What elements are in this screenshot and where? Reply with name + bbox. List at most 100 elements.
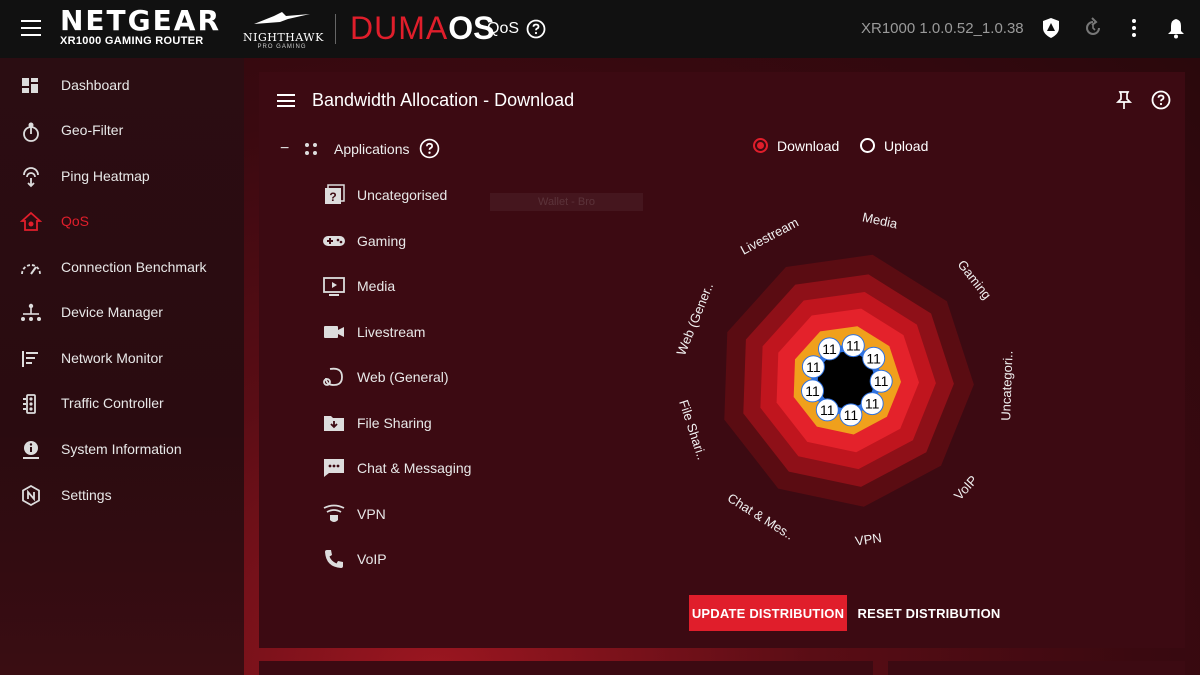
panel-menu-icon[interactable]: [277, 94, 295, 107]
radar-category-label: Media: [861, 209, 900, 231]
value-marker-label: 11: [865, 396, 880, 412]
panel-title: Bandwidth Allocation - Download: [312, 90, 575, 110]
sidebar-item-label: Device Manager: [61, 304, 163, 320]
settings-icon: [22, 485, 40, 507]
sidebar-item-label: Ping Heatmap: [61, 168, 150, 184]
page-label: QoS: [487, 20, 520, 37]
value-marker-label: 11: [844, 407, 859, 423]
category-label: Media: [357, 278, 396, 294]
sidebar-item-label: Settings: [61, 487, 112, 503]
sidebar-item-geo-filter[interactable]: Geo-Filter: [0, 111, 244, 151]
category-label: VoIP: [357, 551, 387, 567]
sidebar-item-network-monitor[interactable]: Network Monitor: [0, 339, 244, 379]
nighthawk-bird-icon: [254, 12, 310, 24]
help-icon[interactable]: [526, 19, 546, 39]
qos-icon: [20, 211, 42, 231]
geo-filter-icon: [23, 122, 39, 142]
value-marker[interactable]: 11: [839, 403, 863, 427]
refresh-icon[interactable]: [1083, 17, 1103, 39]
category-label: Livestream: [357, 324, 426, 340]
menu-icon[interactable]: [21, 20, 41, 36]
radar-category-label: Gaming: [955, 257, 995, 302]
category-label: Uncategorised: [357, 187, 448, 203]
pin-icon[interactable]: [1114, 90, 1134, 110]
file-sharing-icon: [324, 416, 344, 431]
reset-distribution-button[interactable]: RESET DISTRIBUTION: [854, 595, 1004, 631]
sidebar-item-label: Traffic Controller: [61, 395, 164, 411]
brand-name: NETGEAR: [60, 4, 221, 37]
applications-label: Applications: [334, 141, 410, 157]
info-icon: [23, 441, 39, 459]
value-marker-label: 11: [820, 402, 835, 418]
sidebar-item-label: QoS: [61, 213, 90, 229]
chat-icon: [324, 459, 344, 477]
category-label: File Sharing: [357, 415, 432, 431]
duma-text: DUMA: [350, 10, 449, 46]
collapse-toggle[interactable]: −: [280, 140, 289, 158]
value-marker[interactable]: 11: [818, 337, 841, 361]
radio-label: Download: [777, 138, 840, 154]
model-subtitle: XR1000 GAMING ROUTER: [60, 35, 204, 47]
sidebar-item-label: Dashboard: [61, 77, 130, 93]
radio-label: Upload: [884, 138, 929, 154]
media-icon: [323, 277, 345, 296]
sidebar-item-dashboard[interactable]: Dashboard: [0, 66, 244, 106]
sidebar-item-qos[interactable]: QoS: [0, 202, 244, 242]
value-marker[interactable]: 11: [860, 392, 884, 416]
radar-category-label: Web (Gener..: [673, 280, 716, 357]
network-monitor-icon: [22, 351, 38, 367]
bandwidth-radar-chart[interactable]: 111111111111111111MediaGamingUncategori.…: [620, 180, 1100, 590]
vpn-icon: [323, 504, 345, 522]
value-marker[interactable]: 11: [801, 355, 825, 379]
bell-icon[interactable]: [1166, 17, 1186, 39]
shield-icon[interactable]: [1041, 17, 1061, 39]
radio-indicator: [860, 138, 875, 153]
value-marker[interactable]: 11: [801, 379, 824, 403]
value-marker-label: 11: [846, 338, 861, 354]
category-label: Chat & Messaging: [357, 460, 472, 476]
value-marker-label: 11: [822, 341, 837, 357]
logo-divider: [335, 14, 336, 44]
applications-help-icon[interactable]: [419, 138, 440, 159]
phone-icon: [325, 550, 343, 568]
sidebar-item-label: Geo-Filter: [61, 122, 124, 138]
firmware-version: XR1000 1.0.0.52_1.0.38: [861, 20, 1024, 37]
radar-category-label: VoIP: [951, 472, 981, 502]
sidebar-item-label: Network Monitor: [61, 350, 163, 366]
category-label: Gaming: [357, 233, 407, 249]
more-vert-icon[interactable]: [1128, 17, 1140, 39]
bottom-panel-left: [259, 661, 873, 675]
bottom-panel-right: [888, 661, 1185, 675]
radar-category-label: Uncategori..: [998, 350, 1015, 421]
ping-heatmap-icon: [23, 167, 39, 188]
value-marker[interactable]: 11: [815, 398, 839, 422]
device-tree-icon: [21, 303, 41, 321]
radio-indicator: [753, 138, 768, 153]
value-marker[interactable]: 11: [841, 334, 865, 358]
radar-category-label: Livestream: [738, 215, 801, 258]
nighthawk-sub: PRO GAMING: [257, 44, 307, 50]
uncategorised-icon: ?: [325, 184, 345, 204]
panel-help-icon[interactable]: [1151, 90, 1171, 110]
dumaos-logo: DUMAOS: [350, 11, 494, 45]
update-distribution-button[interactable]: UPDATE DISTRIBUTION: [689, 595, 847, 631]
svg-text:?: ?: [329, 190, 336, 204]
netgear-logo[interactable]: NETGEAR XR1000 GAMING ROUTER: [60, 4, 221, 48]
sidebar-item-settings[interactable]: Settings: [0, 476, 244, 516]
sidebar-item-device-manager[interactable]: Device Manager: [0, 293, 244, 333]
sidebar-item-label: Connection Benchmark: [61, 259, 207, 275]
sidebar-item-ping-heatmap[interactable]: Ping Heatmap: [0, 157, 244, 197]
top-bar: NETGEAR XR1000 GAMING ROUTER NIGHTHAWK P…: [0, 0, 1200, 58]
dashboard-icon: [22, 78, 38, 93]
web-icon: [323, 367, 343, 386]
value-marker-label: 11: [866, 350, 881, 366]
value-marker[interactable]: 11: [869, 369, 893, 393]
sidebar-item-traffic-controller[interactable]: Traffic Controller: [0, 384, 244, 424]
value-marker[interactable]: 11: [862, 346, 886, 370]
value-marker-label: 11: [805, 383, 820, 399]
sidebar-item-system-information[interactable]: System Information: [0, 430, 244, 470]
sidebar-item-label: System Information: [61, 441, 182, 457]
sidebar-item-connection-benchmark[interactable]: Connection Benchmark: [0, 248, 244, 288]
value-marker-label: 11: [806, 359, 821, 375]
radar-category-label: VPN: [854, 530, 883, 549]
